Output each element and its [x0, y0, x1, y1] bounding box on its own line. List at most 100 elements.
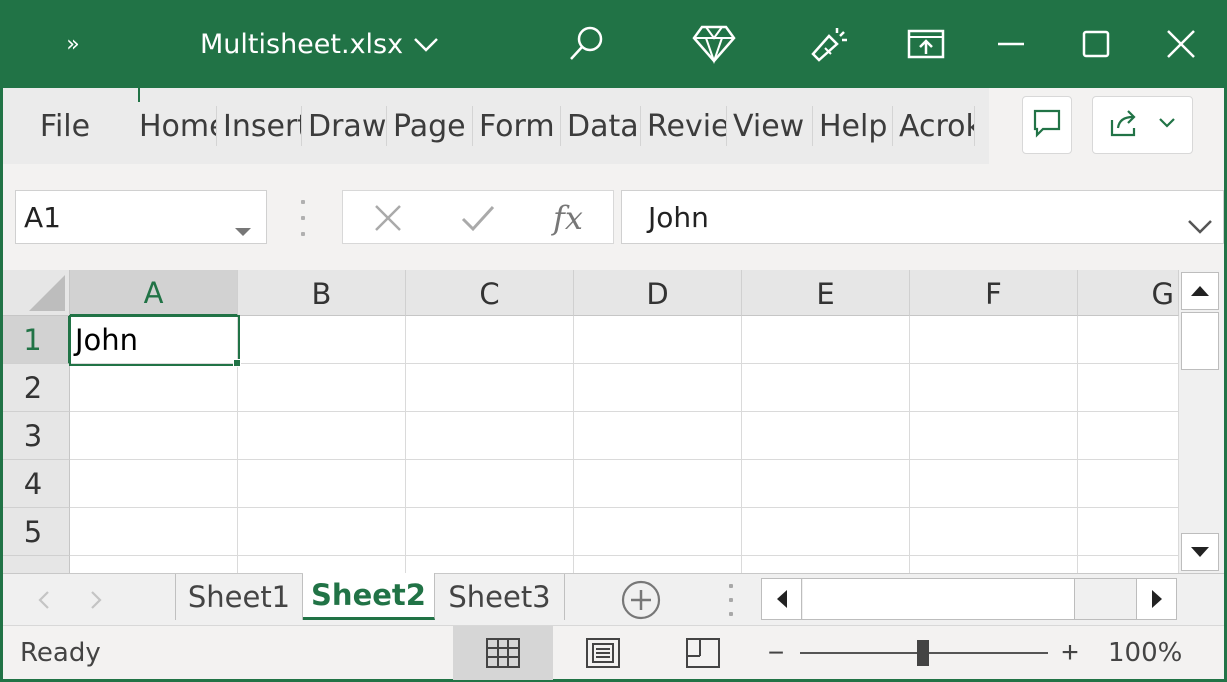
cell[interactable]	[742, 508, 910, 556]
row-header[interactable]: 3	[3, 412, 70, 460]
zoom-out-button[interactable]: −	[761, 626, 791, 680]
enter-check-icon[interactable]	[448, 191, 508, 245]
cell[interactable]	[574, 316, 742, 364]
sheet-tab-sheet3[interactable]: Sheet3	[435, 574, 565, 620]
cell[interactable]	[1078, 412, 1179, 460]
present-icon[interactable]	[900, 0, 952, 88]
cell[interactable]	[70, 460, 238, 508]
cell[interactable]	[910, 556, 1078, 573]
row-header[interactable]: 5	[3, 508, 70, 556]
search-icon[interactable]	[560, 0, 612, 88]
share-button[interactable]	[1092, 96, 1193, 154]
cell[interactable]	[1078, 460, 1179, 508]
cell[interactable]	[742, 412, 910, 460]
chevron-down-icon[interactable]	[1158, 116, 1176, 134]
diamond-icon[interactable]	[688, 0, 740, 88]
cell[interactable]	[742, 556, 910, 573]
row-header[interactable]: 1	[3, 316, 70, 364]
cell[interactable]	[574, 412, 742, 460]
normal-view-icon[interactable]	[453, 626, 553, 680]
column-header[interactable]: B	[238, 270, 406, 316]
tab-formulas[interactable]: Form	[473, 106, 561, 146]
comments-button[interactable]	[1022, 96, 1072, 154]
tab-draw[interactable]: Draw	[302, 106, 387, 146]
cell[interactable]	[238, 556, 406, 573]
cell[interactable]	[574, 508, 742, 556]
cell[interactable]	[406, 364, 574, 412]
tab-page-layout[interactable]: Page	[387, 106, 473, 146]
cell[interactable]	[238, 412, 406, 460]
cell[interactable]	[238, 316, 406, 364]
previous-sheet-icon[interactable]	[29, 574, 59, 626]
sheet-tab-sheet1[interactable]: Sheet1	[175, 574, 303, 620]
cell[interactable]	[574, 556, 742, 573]
select-all-corner[interactable]	[3, 270, 70, 316]
row-header[interactable]: 4	[3, 460, 70, 508]
row-header-partial[interactable]	[3, 556, 70, 573]
cell[interactable]	[1078, 364, 1179, 412]
cell[interactable]	[70, 508, 238, 556]
tab-view[interactable]: View	[727, 106, 813, 146]
tab-file[interactable]: File	[3, 106, 133, 146]
tab-data[interactable]: Data	[561, 106, 641, 146]
tab-insert[interactable]: Insert	[217, 106, 302, 146]
close-icon[interactable]	[1155, 0, 1207, 88]
minimize-icon[interactable]	[985, 0, 1037, 88]
row-header[interactable]: 2	[3, 364, 70, 412]
cell[interactable]	[910, 316, 1078, 364]
maximize-icon[interactable]	[1070, 0, 1122, 88]
horizontal-scroll-thumb[interactable]	[803, 579, 1075, 619]
tabs-splitter-grip[interactable]	[727, 584, 735, 616]
tab-acrobat[interactable]: Acrok	[893, 106, 975, 146]
add-sheet-icon[interactable]	[620, 579, 662, 621]
vertical-scroll-thumb[interactable]	[1181, 312, 1219, 370]
column-header[interactable]: F	[910, 270, 1078, 316]
cell[interactable]	[406, 460, 574, 508]
cell[interactable]	[238, 364, 406, 412]
column-header[interactable]: G	[1078, 270, 1179, 316]
cell[interactable]	[742, 364, 910, 412]
cell[interactable]	[406, 508, 574, 556]
cell[interactable]	[70, 556, 238, 573]
cell[interactable]	[406, 412, 574, 460]
column-header[interactable]: D	[574, 270, 742, 316]
cell[interactable]	[1078, 316, 1179, 364]
zoom-level[interactable]: 100%	[1108, 626, 1182, 680]
cell[interactable]	[742, 460, 910, 508]
cell[interactable]	[742, 316, 910, 364]
cell[interactable]	[574, 460, 742, 508]
expand-formula-icon[interactable]	[1187, 209, 1213, 242]
formula-input[interactable]: John	[621, 190, 1224, 244]
page-break-preview-icon[interactable]	[653, 626, 753, 680]
formula-bar-grip[interactable]	[295, 200, 311, 236]
tab-help[interactable]: Help	[813, 106, 893, 146]
scroll-right-icon[interactable]	[1136, 579, 1176, 619]
cell[interactable]: John	[70, 316, 238, 364]
scroll-left-icon[interactable]	[762, 579, 802, 619]
sheet-tab-sheet2[interactable]: Sheet2	[303, 573, 435, 620]
tell-me-icon[interactable]	[803, 0, 855, 88]
file-title-dropdown[interactable]: Multisheet.xlsx	[200, 0, 450, 88]
zoom-slider-thumb[interactable]	[917, 640, 929, 666]
vertical-scrollbar[interactable]	[1179, 270, 1224, 573]
name-box[interactable]: A1	[15, 190, 267, 244]
column-header[interactable]: E	[742, 270, 910, 316]
page-layout-view-icon[interactable]	[553, 626, 653, 680]
dropdown-arrow-icon[interactable]	[234, 211, 252, 244]
more-icon[interactable]: »	[50, 0, 94, 88]
cell[interactable]	[406, 556, 574, 573]
cell[interactable]	[70, 364, 238, 412]
tab-home[interactable]: Home	[133, 106, 217, 146]
scroll-down-icon[interactable]	[1181, 533, 1219, 571]
insert-function-button[interactable]: fx	[538, 191, 598, 245]
cancel-icon[interactable]	[358, 191, 418, 245]
next-sheet-icon[interactable]	[81, 574, 111, 626]
cell[interactable]	[910, 508, 1078, 556]
cell[interactable]	[1078, 556, 1179, 573]
cell[interactable]	[910, 460, 1078, 508]
column-header[interactable]: C	[406, 270, 574, 316]
cell[interactable]	[910, 364, 1078, 412]
cell[interactable]	[1078, 508, 1179, 556]
cell[interactable]	[574, 364, 742, 412]
cell[interactable]	[406, 316, 574, 364]
